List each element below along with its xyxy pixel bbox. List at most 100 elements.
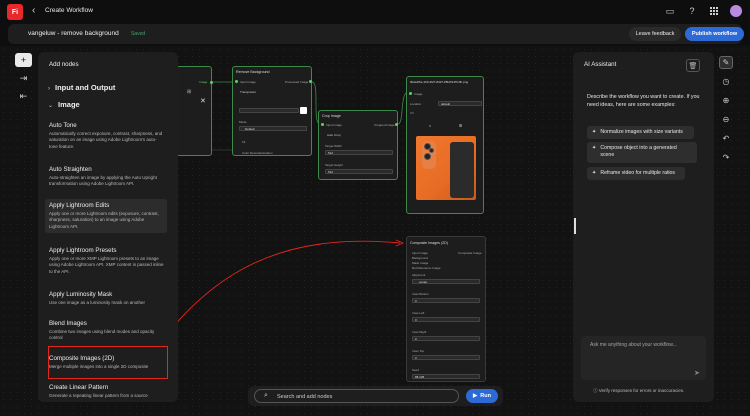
port-label: Cropped Image: [374, 123, 395, 127]
output-port[interactable]: [309, 80, 312, 83]
node-item-auto-tone[interactable]: Auto Tone Automatically correct exposure…: [49, 122, 165, 150]
width-input[interactable]: [325, 150, 393, 155]
inset-bottom-input[interactable]: [412, 298, 480, 303]
search-placeholder: Search and add nodes: [277, 393, 333, 400]
suggestion-text: Compose object into a generated scene: [600, 145, 677, 159]
section-label: Image: [58, 100, 80, 109]
location-value: default: [441, 102, 451, 106]
node-item-desc: Combine two images using blend modes and…: [49, 329, 155, 341]
field-value: 0: [415, 318, 417, 322]
node-item-desc: Generate a repeating linear pattern from…: [49, 393, 148, 398]
trash-icon[interactable]: 🗑: [686, 59, 700, 72]
output-port[interactable]: [395, 123, 398, 126]
zoom-in-icon[interactable]: ⊕: [719, 94, 733, 107]
suggestion-text: Reframe video for multiple ratios: [600, 170, 676, 176]
crop-image-node[interactable]: Crop Image Input Image Cropped Image Aut…: [318, 110, 398, 180]
chevron-down-icon: ⌄: [48, 103, 54, 109]
node-title: Crop Image: [322, 114, 341, 118]
ai-chat-icon[interactable]: ✎: [719, 56, 733, 69]
history-icon[interactable]: ◷: [719, 75, 733, 88]
fit-checkbox-label[interactable]: Fit: [242, 140, 245, 144]
field-label: Inset Right: [412, 330, 427, 334]
composite-images-node[interactable]: Composite Images (2D) Input Image Compos…: [406, 236, 486, 382]
ai-prompt-input[interactable]: Ask me anything about your workflow... ➤: [581, 336, 706, 380]
input-port[interactable]: [235, 80, 238, 83]
node-title: 9b2e4f6e-1f4f-4f27-8d27-9f5d7d4f7c3b.png: [410, 80, 469, 84]
view-toggle-icon[interactable]: ◐: [429, 123, 431, 128]
node-item-name: Blend Images: [49, 320, 87, 327]
node-item-apply-lightroom-edits[interactable]: Apply Lightroom Edits Apply one or more …: [45, 199, 167, 234]
preview-image: [416, 136, 476, 200]
section-label: Input and Output: [55, 83, 116, 92]
node-item-name: Create Linear Pattern: [49, 384, 109, 391]
port-label: Processed Image: [285, 80, 309, 84]
section-input-output[interactable]: › Input and Output: [48, 83, 115, 92]
field-label: Inset Top: [412, 349, 425, 353]
auto-crop-checkbox-label[interactable]: Auto Crop: [327, 133, 341, 137]
section-image[interactable]: ⌄ Image: [48, 100, 80, 109]
run-label: Run: [480, 393, 491, 399]
ai-prompt-placeholder: Ask me anything about your workflow...: [590, 342, 677, 348]
height-value: 512: [328, 170, 334, 174]
remove-background-node[interactable]: Remove Background Input Image Processed …: [232, 66, 312, 156]
node-item-name: Apply Lightroom Edits: [49, 202, 110, 209]
node-title: Composite Images (2D): [410, 241, 448, 245]
node-item-desc: Auto-straighten an image by applying the…: [49, 175, 157, 187]
suggestion-chip[interactable]: ✦ Normalize images with size variants: [587, 126, 694, 140]
input-port[interactable]: [409, 92, 412, 95]
node-item-desc: Automatically correct exposure, contrast…: [49, 131, 163, 149]
color-swatch[interactable]: [300, 107, 307, 114]
node-item-name: Auto Straighten: [49, 166, 92, 173]
node-item-desc: Use one image as a luminosity mask on an…: [49, 300, 146, 305]
port-label: Mask Image: [412, 261, 429, 265]
folder-icon[interactable]: ▭: [410, 110, 414, 115]
decontamination-checkbox-label[interactable]: Color Decontamination: [242, 151, 273, 155]
field-label: Inset Bottom: [412, 292, 429, 296]
redo-icon[interactable]: ↷: [719, 151, 733, 164]
suggestion-chip[interactable]: ✦ Reframe video for multiple ratios: [587, 167, 685, 181]
undo-icon[interactable]: ↶: [719, 132, 733, 145]
input-node[interactable]: Image ⊞: [176, 66, 213, 156]
suggestion-text: Normalize images with size variants: [600, 129, 683, 135]
port-label: Background: [412, 256, 429, 260]
inset-right-input[interactable]: [412, 336, 480, 341]
transparent-checkbox-label[interactable]: Transparent: [240, 90, 256, 94]
zoom-out-icon[interactable]: ⊖: [719, 113, 733, 126]
mode-label: Mode: [239, 120, 247, 124]
suggestion-chip[interactable]: ✦ Compose object into a generated scene: [587, 142, 697, 163]
node-item-blend-images[interactable]: Blend Images Combine two images using bl…: [49, 320, 165, 342]
panel-title: AI Assistant: [584, 61, 617, 68]
search-nodes-input[interactable]: ⌕ Search and add nodes: [254, 389, 459, 403]
run-button[interactable]: ▶ Run: [466, 389, 498, 403]
inset-left-input[interactable]: [412, 317, 480, 322]
panel-title: Add nodes: [49, 61, 79, 68]
node-title: Remove Background: [236, 70, 270, 74]
panel-resize-handle[interactable]: [574, 218, 576, 234]
output-port[interactable]: [210, 81, 213, 84]
node-item-apply-luminosity-mask[interactable]: Apply Luminosity Mask Use one image as a…: [49, 291, 165, 306]
search-icon: ⌕: [264, 392, 268, 399]
add-node-icon[interactable]: +: [15, 53, 32, 67]
node-item-name: Apply Lightroom Presets: [49, 247, 117, 254]
node-item-create-linear-pattern[interactable]: Create Linear Pattern Generate a repeati…: [49, 384, 165, 399]
sparkle-icon: ✦: [592, 129, 597, 135]
node-item-auto-straighten[interactable]: Auto Straighten Auto-straighten an image…: [49, 166, 165, 188]
inset-top-input[interactable]: [412, 355, 480, 360]
node-item-apply-lightroom-presets[interactable]: Apply Lightroom Presets Apply one or mor…: [49, 247, 165, 275]
import-icon[interactable]: ⇥: [15, 71, 32, 85]
port-label: Image: [414, 92, 423, 96]
port-label: Composite Image: [458, 251, 482, 255]
field-value: 0: [415, 356, 417, 360]
color-field[interactable]: [239, 108, 299, 113]
table-icon: ⊞: [187, 89, 192, 95]
input-port[interactable]: [321, 123, 324, 126]
export-icon[interactable]: ⇤: [15, 89, 32, 103]
close-icon[interactable]: ✕: [200, 97, 206, 105]
node-item-desc: Apply one or more XMP Lightroom presets …: [49, 256, 164, 274]
height-input[interactable]: [325, 169, 393, 174]
alignment-label: Alignment: [412, 273, 426, 277]
field-label: Inset Left: [412, 311, 425, 315]
grid-view-icon[interactable]: ⊞: [459, 123, 462, 128]
send-icon[interactable]: ➤: [694, 369, 700, 377]
chevron-right-icon: ›: [48, 86, 50, 92]
